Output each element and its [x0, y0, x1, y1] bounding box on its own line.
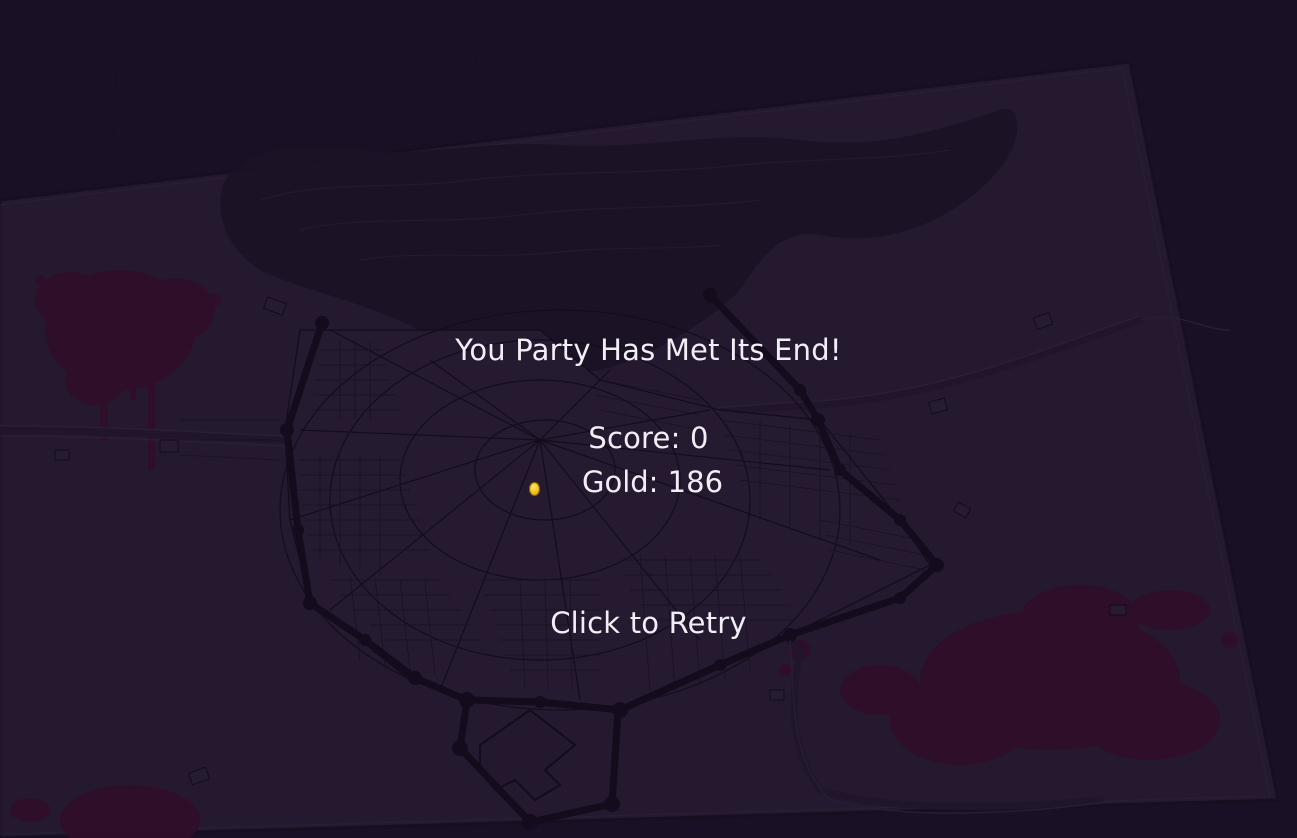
game-over-screen[interactable]: You Party Has Met Its End! Score: 0 Gold… — [0, 0, 1297, 838]
gold-coin-icon — [529, 482, 540, 496]
gold-display-label: Gold: 186 — [582, 465, 724, 499]
retry-button[interactable]: Click to Retry — [0, 606, 1297, 640]
score-display: Score: 0 — [588, 421, 709, 455]
game-over-title: You Party Has Met Its End! — [455, 333, 842, 367]
city-map-background — [0, 0, 1297, 838]
gold-display: Gold: 186 — [0, 465, 1297, 505]
